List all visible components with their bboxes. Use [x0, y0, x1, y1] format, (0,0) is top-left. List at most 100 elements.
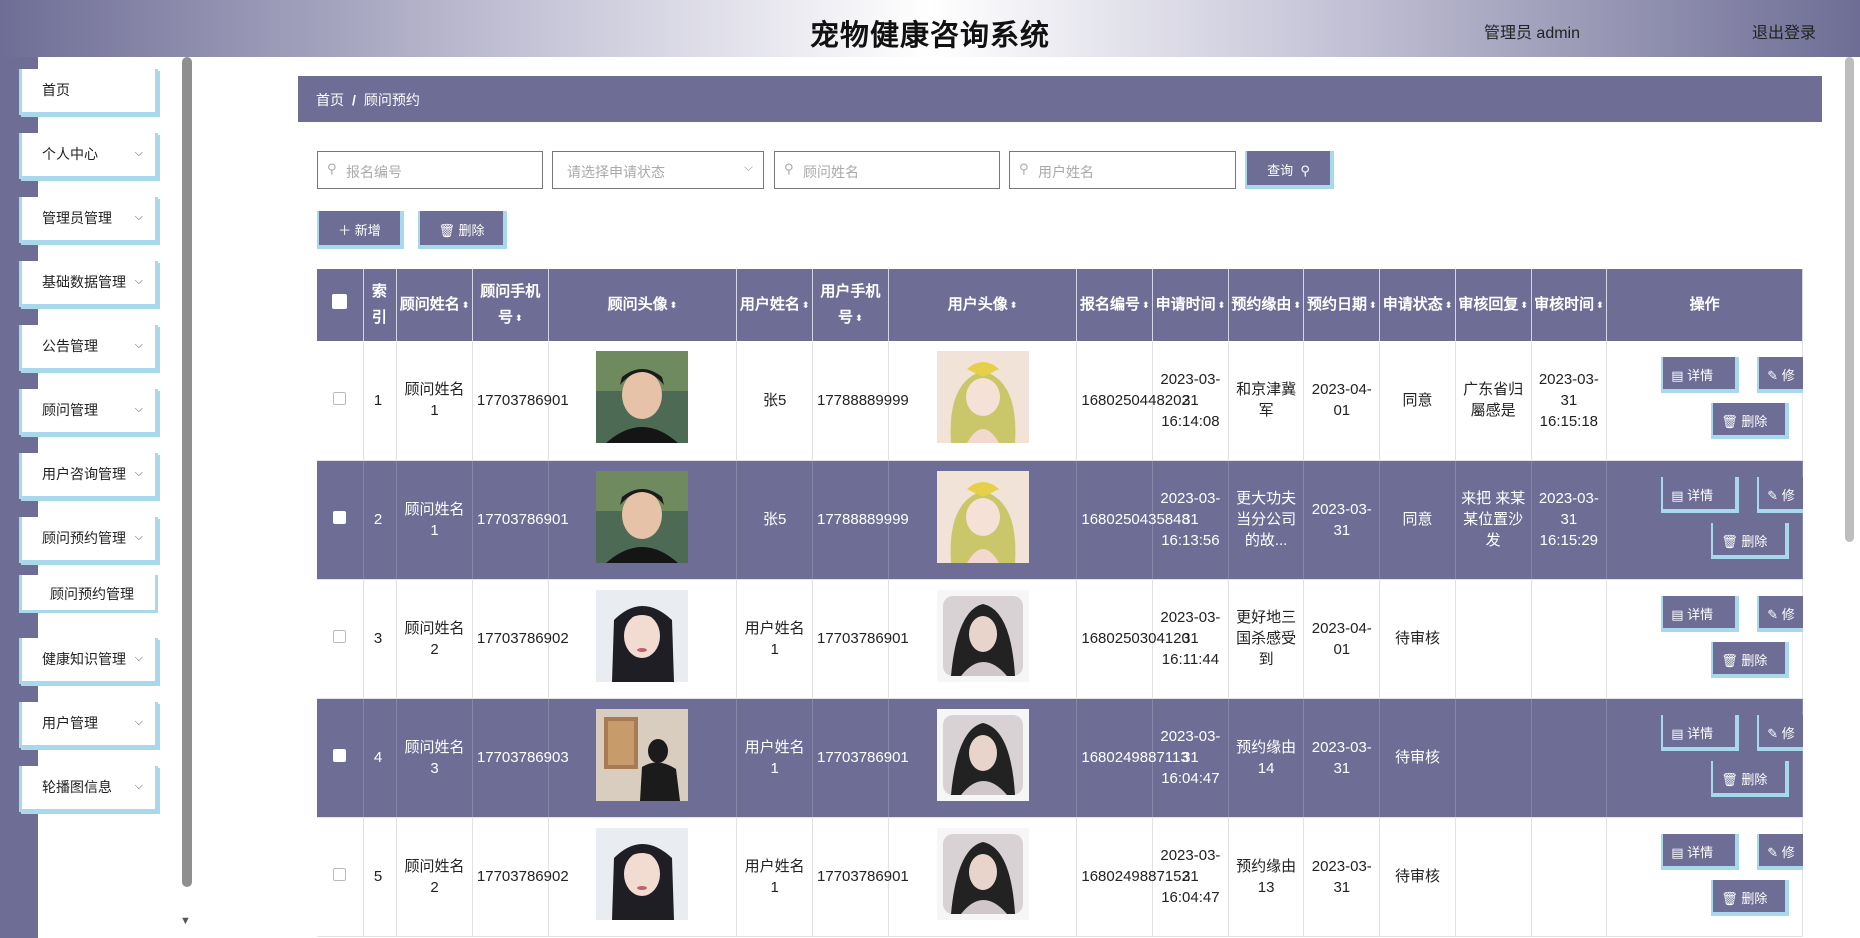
cell-advisor-avatar[interactable] [548, 698, 738, 818]
row-delete-button[interactable]: 🗑 删除 [1711, 641, 1790, 678]
header-advisor-phone[interactable]: 顾问手机号 ⬍ [472, 269, 549, 341]
plus-icon: ＋ [338, 223, 355, 238]
sidebar-item[interactable]: 个人中心 ⌵ [19, 133, 158, 179]
scroll-down-arrow-icon[interactable]: ▼ [180, 915, 191, 927]
detail-button[interactable]: ▤ 详情 [1661, 714, 1740, 751]
select-all-checkbox[interactable] [317, 269, 364, 341]
cell-advisor-avatar[interactable] [548, 460, 738, 580]
order-no-search-input[interactable]: ⚲ 报名编号 [317, 151, 543, 189]
chevron-down-icon: ⌵ [134, 275, 143, 287]
sidebar-item-label: 管理员管理 [42, 210, 112, 226]
row-checkbox[interactable] [317, 341, 364, 461]
cell-user-avatar[interactable] [888, 698, 1078, 818]
cell-user-avatar[interactable] [888, 579, 1078, 699]
sidebar-item[interactable]: 轮播图信息 ⌵ [19, 766, 158, 812]
header-user-name[interactable]: 用户姓名 ⬍ [736, 269, 813, 341]
detail-button[interactable]: ▤ 详情 [1661, 357, 1740, 393]
chevron-down-icon: ⌵ [134, 652, 143, 664]
pencil-icon: ✎ [1767, 844, 1782, 860]
trash-icon: 🗑 [1721, 414, 1742, 429]
sort-icon: ⬍ [669, 300, 678, 311]
cell-user-avatar[interactable] [888, 341, 1078, 461]
header-apply-status[interactable]: 申请状态 ⬍ [1379, 269, 1456, 341]
header-review-reply[interactable]: 审核回复 ⬍ [1455, 269, 1532, 341]
cell-review-reply [1455, 579, 1532, 699]
cell-user-phone: 17703786901 [812, 698, 909, 818]
search-icon: ⚲ [1019, 161, 1029, 176]
sidebar-item[interactable]: 基础数据管理 ⌵ [19, 261, 158, 307]
row-delete-button[interactable]: 🗑 删除 [1711, 879, 1790, 916]
row-checkbox[interactable] [317, 460, 364, 580]
sidebar-scrollbar[interactable] [182, 57, 192, 887]
table-overflow-clip [1803, 269, 1843, 938]
row-delete-button[interactable]: 🗑 删除 [1711, 760, 1790, 797]
detail-button[interactable]: ▤ 详情 [1661, 595, 1740, 632]
header-review-time[interactable]: 审核时间 ⬍ [1531, 269, 1608, 341]
advisor-name-search-input[interactable]: ⚲ 顾问姓名 [774, 151, 1000, 189]
sidebar-item-label: 个人中心 [42, 146, 98, 162]
order-no-placeholder: 报名编号 [346, 164, 402, 180]
row-checkbox[interactable] [317, 579, 364, 699]
row-checkbox[interactable] [317, 698, 364, 818]
sort-icon: ⬍ [514, 313, 523, 324]
cell-reason: 预约缘由14 [1228, 698, 1305, 818]
logout-link[interactable]: 退出登录 [1752, 19, 1816, 43]
cell-actions: ▤ 详情 ✎ 修 🗑 删除 [1606, 698, 1818, 818]
sort-icon: ⬍ [1217, 300, 1226, 311]
query-button[interactable]: 查询 ⚲ [1245, 151, 1334, 189]
document-icon: ▤ [1671, 725, 1688, 741]
header-user-phone[interactable]: 用户手机号 ⬍ [812, 269, 889, 341]
cell-user-avatar[interactable] [888, 817, 1078, 937]
header-apply-time[interactable]: 申请时间 ⬍ [1152, 269, 1229, 341]
row-delete-button[interactable]: 🗑 删除 [1711, 522, 1790, 559]
cell-advisor-phone: 17703786903 [472, 698, 569, 818]
header-order-no[interactable]: 报名编号 ⬍ [1076, 269, 1154, 341]
app-title: 宠物健康咨询系统 [809, 20, 1050, 52]
cell-advisor-avatar[interactable] [548, 341, 738, 461]
header-user-avatar[interactable]: 用户头像 ⬍ [888, 269, 1078, 341]
row-delete-button[interactable]: 🗑 删除 [1711, 403, 1790, 439]
detail-button[interactable]: ▤ 详情 [1661, 833, 1740, 870]
sidebar-subitem[interactable]: 顾问预约管理 [19, 575, 158, 613]
sidebar-item[interactable]: 用户咨询管理 ⌵ [19, 453, 158, 499]
cell-order-no: 1680249887113 [1076, 698, 1189, 818]
query-label: 查询 [1267, 163, 1294, 178]
cell-actions: ▤ 详情 ✎ 修 🗑 删除 [1606, 579, 1818, 699]
cell-apply-status: 待审核 [1379, 579, 1456, 699]
sidebar-item[interactable]: 健康知识管理 ⌵ [19, 638, 158, 684]
header-advisor-name[interactable]: 顾问姓名 ⬍ [396, 269, 473, 341]
cell-appointment-date: 2023-04-01 [1303, 579, 1381, 699]
sidebar-item[interactable]: 公告管理 ⌵ [19, 325, 158, 371]
sidebar-item[interactable]: 用户管理 ⌵ [19, 702, 158, 748]
cell-user-avatar[interactable] [888, 460, 1078, 580]
sidebar-item[interactable]: 顾问管理 ⌵ [19, 389, 158, 435]
user-name-search-input[interactable]: ⚲ 用户姓名 [1009, 151, 1236, 189]
detail-button[interactable]: ▤ 详情 [1661, 476, 1740, 513]
cell-review-time [1531, 817, 1608, 937]
document-icon: ▤ [1671, 487, 1688, 503]
cell-advisor-name: 顾问姓名2 [396, 579, 473, 699]
row-checkbox[interactable] [317, 817, 364, 937]
status-select[interactable]: 请选择申请状态 ⌵ [552, 151, 764, 189]
cell-advisor-avatar[interactable] [548, 817, 738, 937]
breadcrumb-home[interactable]: 首页 [316, 92, 344, 108]
pencil-icon: ✎ [1767, 487, 1782, 503]
batch-delete-button[interactable]: 🗑 删除 [418, 211, 507, 249]
delete-label: 删除 [458, 223, 485, 238]
cell-review-time: 2023-03-31 16:15:29 [1531, 460, 1608, 580]
add-label: 新增 [354, 223, 381, 238]
header-reason[interactable]: 预约缘由 ⬍ [1228, 269, 1305, 341]
sidebar-item[interactable]: 首页 [19, 69, 158, 115]
cell-actions: ▤ 详情 ✎ 修 🗑 删除 [1606, 460, 1818, 580]
trash-icon: 🗑 [1721, 652, 1742, 668]
cell-advisor-avatar[interactable] [548, 579, 738, 699]
chevron-down-icon: ⌵ [134, 780, 143, 792]
header-advisor-avatar[interactable]: 顾问头像 ⬍ [548, 269, 738, 341]
header-appointment-date[interactable]: 预约日期 ⬍ [1303, 269, 1381, 341]
sort-icon: ⬍ [1520, 300, 1528, 311]
page-scrollbar[interactable] [1845, 57, 1854, 542]
table-row: 3 顾问姓名2 17703786902 用户姓名1 17703786901 1680250… [317, 579, 1818, 699]
sidebar-item[interactable]: 顾问预约管理 ⌵ [19, 517, 158, 563]
add-button[interactable]: ＋ 新增 [317, 211, 404, 249]
sidebar-item[interactable]: 管理员管理 ⌵ [19, 197, 158, 243]
